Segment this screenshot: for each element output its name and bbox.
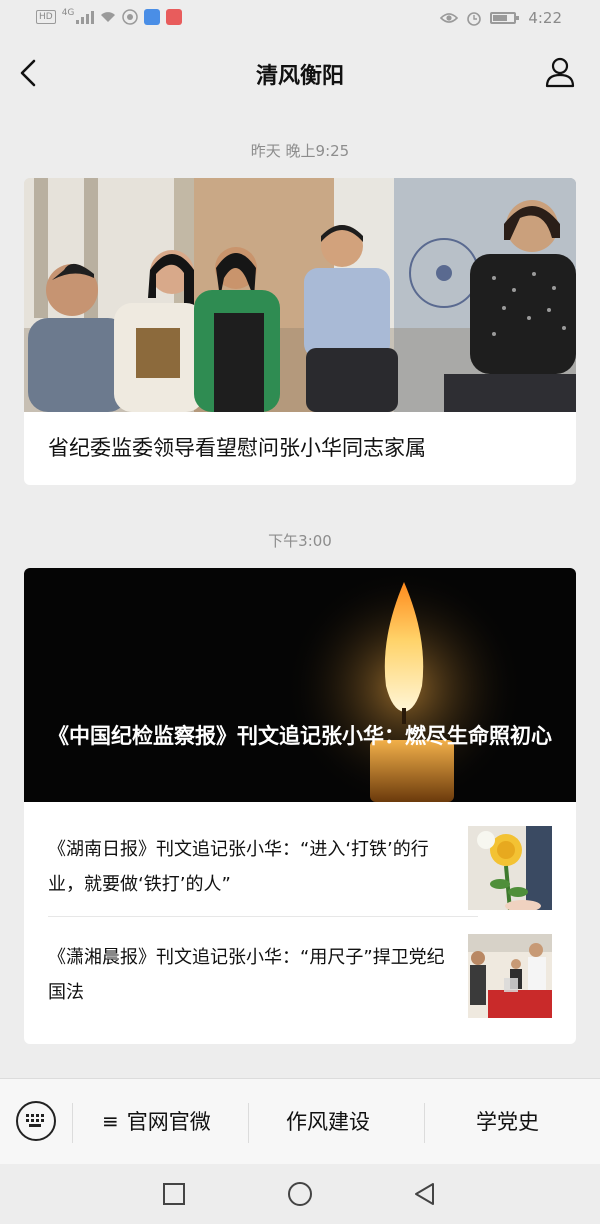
- notification-app-icon: [166, 9, 183, 25]
- article-group-card: 《中国纪检监察报》刊文追记张小华：燃尽生命照初心 《湖南日报》刊文追记张小华：“…: [24, 568, 576, 1044]
- article-card[interactable]: 省纪委监委领导看望慰问张小华同志家属: [24, 178, 576, 485]
- list-item[interactable]: 《湖南日报》刊文追记张小华：“进入‘打铁’的行业，就要做‘铁打’的人”: [48, 824, 552, 914]
- menu-item-official-site[interactable]: ≡ 官网官微: [102, 1106, 211, 1136]
- cover-photo-illustration: [24, 178, 576, 412]
- network-type: 4G: [61, 8, 75, 18]
- bottom-menu: ≡ 官网官微 作风建设 学党史: [0, 1078, 600, 1165]
- keyboard-icon: [26, 1114, 44, 1127]
- wifi-icon: [101, 12, 116, 22]
- menu-list-icon: ≡: [102, 1109, 119, 1133]
- menu-separator: [72, 1103, 73, 1143]
- chrysanthemum-illustration: [468, 826, 552, 910]
- list-divider: [48, 916, 478, 917]
- list-item-title[interactable]: 《湖南日报》刊文追记张小华：“进入‘打铁’的行业，就要做‘铁打’的人”: [48, 832, 448, 902]
- menu-separator: [248, 1103, 249, 1143]
- article-title[interactable]: 省纪委监委领导看望慰问张小华同志家属: [48, 432, 426, 462]
- eye-icon: [440, 13, 459, 23]
- menu-item-label[interactable]: 作风建设: [286, 1106, 370, 1136]
- article-cover-image[interactable]: 《中国纪检监察报》刊文追记张小华：燃尽生命照初心: [24, 568, 576, 802]
- page-title: 清风衡阳: [255, 64, 344, 89]
- circle-icon: [288, 1182, 312, 1206]
- status-bar: HD 4G 4:22: [0, 0, 600, 36]
- signal-icon: [76, 10, 95, 24]
- eye-care-icon: [122, 9, 139, 25]
- translate-app-icon: [144, 9, 161, 25]
- list-item[interactable]: 《潇湘晨报》刊文追记张小华：“用尺子”捍卫党纪国法: [48, 932, 552, 1022]
- system-navigation-bar: [0, 1164, 600, 1224]
- message-timestamp: 下午3:00: [268, 532, 332, 550]
- person-icon: [545, 57, 575, 88]
- status-right: 4:22: [440, 9, 562, 27]
- ceremony-illustration: [468, 934, 552, 1018]
- message-timestamp: 昨天 晚上9:25: [250, 142, 350, 160]
- list-item-title[interactable]: 《潇湘晨报》刊文追记张小华：“用尺子”捍卫党纪国法: [48, 940, 448, 1010]
- menu-item-label[interactable]: 学党史: [476, 1106, 539, 1136]
- keyboard-toggle-button[interactable]: [16, 1101, 56, 1141]
- status-time: 4:22: [528, 9, 562, 27]
- alarm-icon: [467, 12, 482, 26]
- system-back-button[interactable]: [412, 1181, 438, 1207]
- menu-item-label[interactable]: 官网官微: [127, 1106, 211, 1136]
- menu-separator: [424, 1103, 425, 1143]
- square-icon: [163, 1183, 185, 1205]
- status-left: HD 4G: [36, 8, 183, 25]
- article-cover-image: [24, 178, 576, 412]
- recents-button[interactable]: [161, 1181, 187, 1207]
- article-title[interactable]: 《中国纪检监察报》刊文追记张小华：燃尽生命照初心: [48, 718, 558, 754]
- battery-icon: [490, 12, 520, 24]
- hd-indicator: HD: [36, 10, 56, 24]
- list-item-thumbnail: [468, 826, 552, 910]
- triangle-back-icon: [415, 1183, 434, 1205]
- menu-item-party-history[interactable]: 学党史: [476, 1106, 539, 1136]
- home-button[interactable]: [287, 1181, 313, 1207]
- list-item-thumbnail: [468, 934, 552, 1018]
- candle-illustration: [284, 568, 524, 802]
- navbar: 清风衡阳: [0, 36, 600, 110]
- menu-item-style-building[interactable]: 作风建设: [286, 1106, 370, 1136]
- profile-button[interactable]: [542, 54, 578, 90]
